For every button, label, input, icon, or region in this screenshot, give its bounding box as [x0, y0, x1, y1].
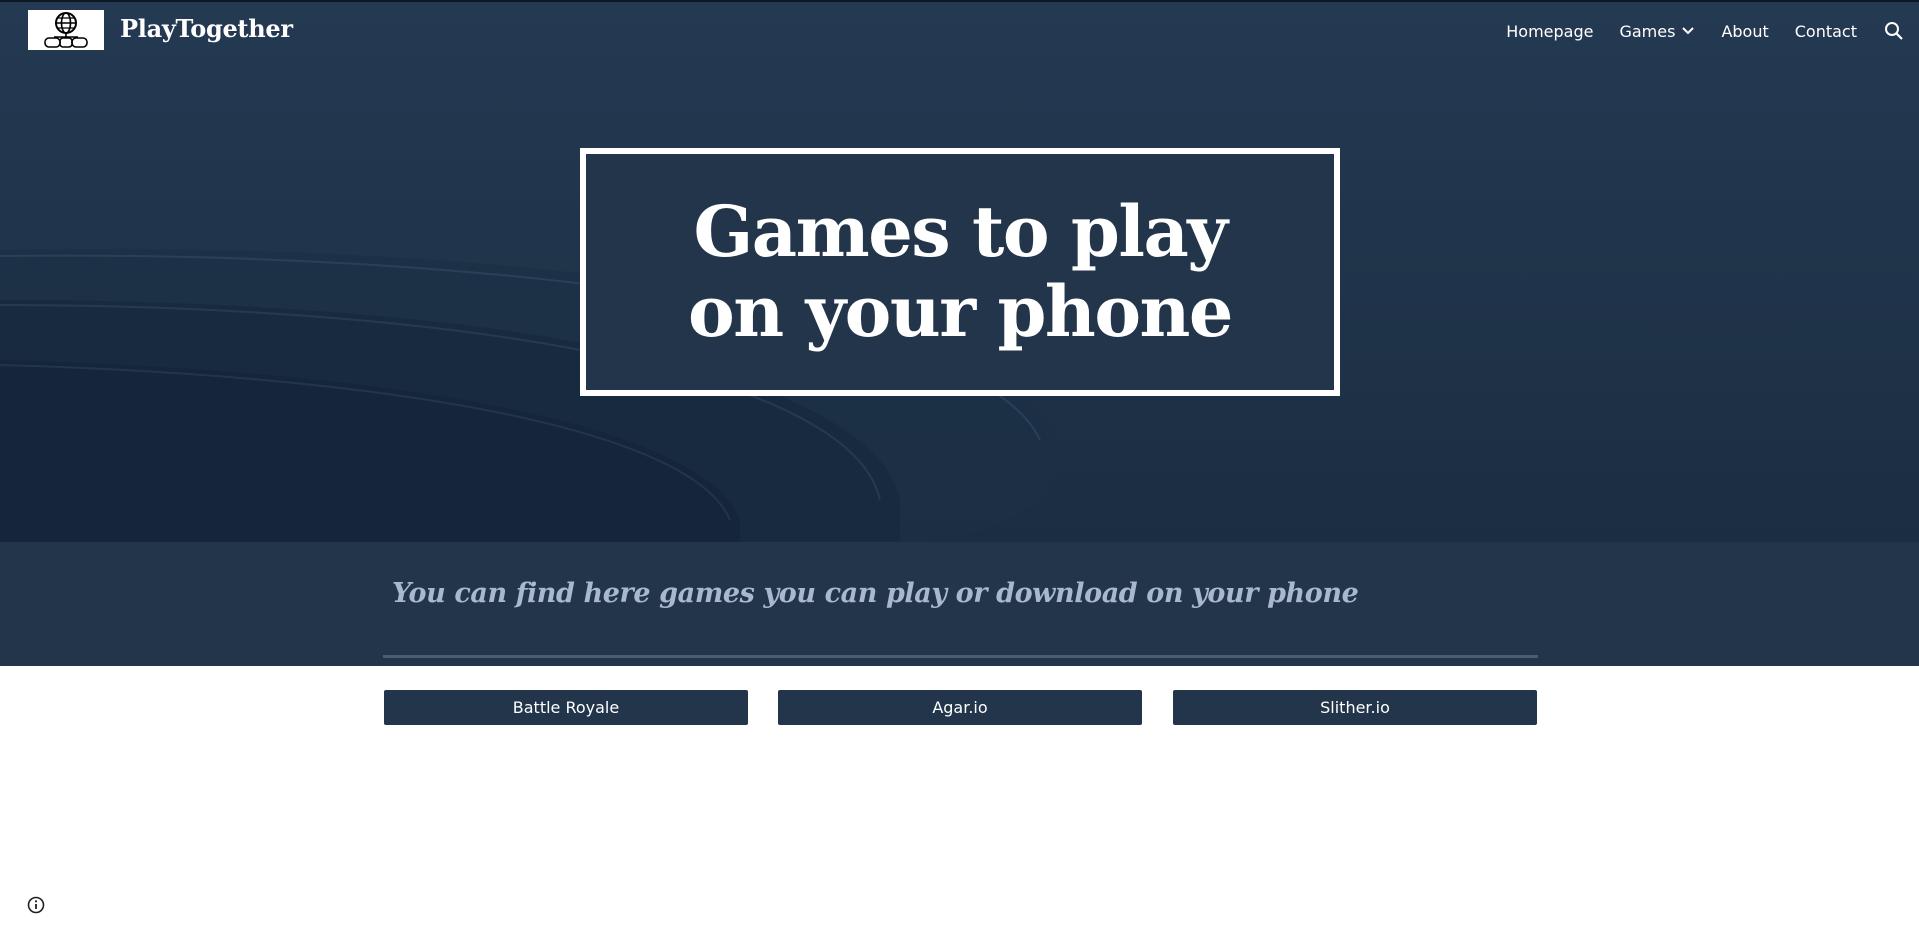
search-icon	[1885, 22, 1903, 40]
hero-title-box: Games to play on your phone	[580, 148, 1340, 396]
nav-item-about[interactable]: About	[1721, 22, 1768, 41]
hero-section: PlayTogether Homepage Games About Contac…	[0, 0, 1919, 542]
nav-item-contact[interactable]: Contact	[1795, 22, 1857, 41]
nav-item-label: Homepage	[1506, 21, 1594, 41]
nav-item-homepage[interactable]: Homepage	[1506, 22, 1593, 41]
nav-item-games[interactable]: Games	[1619, 22, 1695, 41]
slither-io-button[interactable]: Slither.io	[1173, 690, 1537, 725]
battle-royale-button[interactable]: Battle Royale	[384, 690, 748, 725]
info-icon	[27, 896, 45, 914]
nav-item-label: About	[1721, 21, 1769, 41]
subtitle-section: You can find here games you can play or …	[0, 542, 1919, 666]
agar-io-button[interactable]: Agar.io	[778, 690, 1142, 725]
site-title[interactable]: PlayTogether	[120, 14, 293, 43]
nav-item-label: Games	[1619, 21, 1676, 41]
nav-links: Homepage Games About Contact	[1480, 0, 1919, 62]
site-logo[interactable]	[28, 10, 104, 50]
globe-gamepad-logo-icon	[44, 12, 88, 48]
section-divider	[383, 655, 1538, 658]
search-button[interactable]	[1883, 20, 1905, 42]
hero-title: Games to play on your phone	[688, 190, 1233, 353]
chevron-down-icon[interactable]	[1681, 26, 1695, 36]
nav-item-label: Contact	[1794, 21, 1857, 41]
subtitle-text: You can find here games you can play or …	[392, 578, 1359, 609]
game-buttons-row: Battle Royale Agar.io Slither.io	[384, 690, 1537, 726]
navbar: PlayTogether Homepage Games About Contac…	[0, 0, 1919, 62]
info-button[interactable]	[26, 895, 46, 915]
